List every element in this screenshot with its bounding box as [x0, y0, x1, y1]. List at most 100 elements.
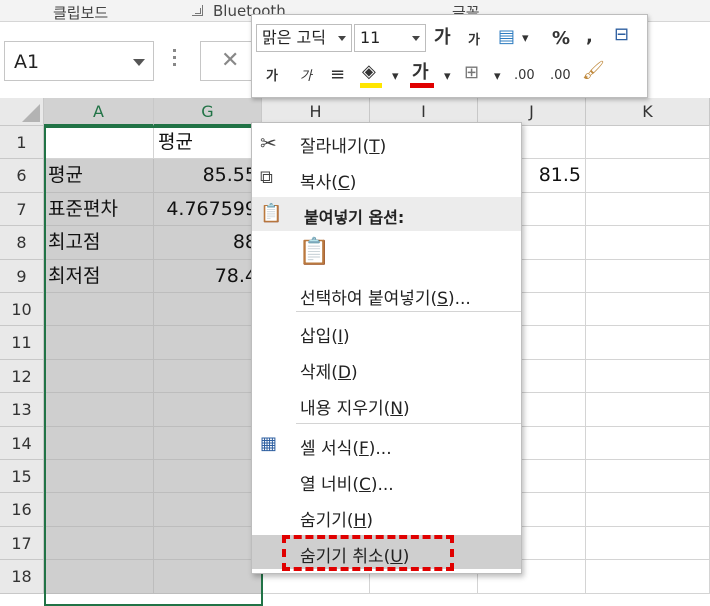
row-header-13[interactable]: 13 — [0, 393, 44, 427]
chevron-down-icon[interactable]: ▾ — [522, 27, 529, 51]
increase-font-size-button[interactable]: 가 — [434, 26, 451, 50]
comma-style-button[interactable]: , — [586, 25, 593, 49]
menu-item-insert[interactable]: 삽입(I) — [252, 315, 521, 349]
drag-handle-icon[interactable] — [173, 49, 177, 71]
row-header-12[interactable]: 12 — [0, 359, 44, 394]
row-header-18[interactable]: 18 — [0, 560, 44, 594]
cell-g7[interactable]: 4.767599 — [154, 192, 262, 227]
cell-k13[interactable] — [586, 393, 710, 427]
select-all-button[interactable] — [0, 98, 44, 126]
font-name-dropdown[interactable]: 맑은 고딕 — [256, 24, 352, 52]
cell-g14[interactable] — [154, 426, 262, 460]
increase-decimal-button[interactable]: .00 — [514, 64, 535, 88]
menu-item-unhide[interactable]: 숨기기 취소(U) — [252, 535, 521, 569]
cell-k9[interactable] — [586, 259, 710, 293]
cell-a12[interactable] — [44, 359, 154, 394]
cell-a16[interactable] — [44, 493, 154, 527]
row-header-1[interactable]: 1 — [0, 126, 44, 160]
accounting-format-icon[interactable]: ▤ — [498, 25, 515, 49]
cell-g9[interactable]: 78.4 — [154, 259, 262, 293]
fill-color-icon[interactable]: ◈ — [362, 60, 376, 84]
menu-item-clear-contents[interactable]: 내용 지우기(N) — [252, 387, 521, 421]
cell-k18[interactable] — [586, 560, 710, 594]
cell-g11[interactable] — [154, 326, 262, 360]
borders-icon[interactable]: ⊞ — [464, 61, 479, 85]
menu-item-delete[interactable]: 삭제(D) — [252, 351, 521, 385]
font-color-button[interactable]: 가 — [412, 61, 429, 85]
cell-g17[interactable] — [154, 526, 262, 561]
cell-a18[interactable] — [44, 560, 154, 594]
cell-k7[interactable] — [586, 192, 710, 227]
chevron-down-icon[interactable]: ▾ — [494, 65, 501, 89]
cell-k10[interactable] — [586, 293, 710, 327]
chevron-down-icon[interactable]: ▾ — [444, 65, 451, 89]
cell-a6[interactable]: 평균 — [44, 159, 154, 193]
chevron-down-icon[interactable] — [412, 36, 420, 41]
cell-a15[interactable] — [44, 460, 154, 494]
cell-g16[interactable] — [154, 493, 262, 527]
cell-g8[interactable]: 88 — [154, 226, 262, 260]
column-header-g[interactable]: G — [154, 98, 262, 126]
paste-option-button[interactable]: 📋 — [252, 235, 521, 277]
column-header-a[interactable]: A — [44, 98, 154, 126]
chevron-down-icon[interactable]: ▾ — [392, 65, 399, 89]
row-header-14[interactable]: 14 — [0, 426, 44, 460]
row-header-11[interactable]: 11 — [0, 326, 44, 360]
cell-k14[interactable] — [586, 426, 710, 460]
italic-button[interactable]: 가 — [300, 65, 312, 89]
row-header-16[interactable]: 16 — [0, 493, 44, 527]
menu-item-cut[interactable]: ✂ 잘라내기(T) — [252, 125, 521, 159]
decrease-font-size-button[interactable]: 가 — [468, 29, 480, 53]
cell-k16[interactable] — [586, 493, 710, 527]
cell-a9[interactable]: 최저점 — [44, 259, 154, 293]
chevron-down-icon[interactable] — [338, 36, 346, 41]
cell-k11[interactable] — [586, 326, 710, 360]
cell-a8[interactable]: 최고점 — [44, 226, 154, 260]
cell-a11[interactable] — [44, 326, 154, 360]
cell-a10[interactable] — [44, 293, 154, 327]
menu-item-hide[interactable]: 숨기기(H) — [252, 499, 521, 533]
cell-a13[interactable] — [44, 393, 154, 427]
align-center-icon[interactable]: ≡ — [330, 63, 345, 87]
name-box[interactable]: A1 — [4, 41, 154, 81]
cell-g15[interactable] — [154, 460, 262, 494]
cell-g13[interactable] — [154, 393, 262, 427]
cell-g12[interactable] — [154, 359, 262, 394]
cell-k8[interactable] — [586, 226, 710, 260]
row-header-9[interactable]: 9 — [0, 259, 44, 293]
cell-k12[interactable] — [586, 359, 710, 394]
cell-a17[interactable] — [44, 526, 154, 561]
row-header-17[interactable]: 17 — [0, 526, 44, 561]
menu-item-column-width[interactable]: 열 너비(C)... — [252, 463, 521, 497]
cell-a1[interactable] — [44, 126, 154, 160]
cell-g6[interactable]: 85.55 — [154, 159, 262, 193]
menu-item-format-cells[interactable]: ▦ 셀 서식(F)... — [252, 427, 521, 461]
cell-a7[interactable]: 표준편차 — [44, 192, 154, 227]
merge-center-icon[interactable]: ⊟ — [614, 23, 629, 47]
cell-k6[interactable] — [586, 159, 710, 193]
cancel-icon[interactable]: ✕ — [221, 48, 239, 73]
format-painter-icon[interactable]: 🖌 — [582, 59, 605, 83]
cell-g18[interactable] — [154, 560, 262, 594]
row-header-10[interactable]: 10 — [0, 293, 44, 327]
cell-a14[interactable] — [44, 426, 154, 460]
row-header-7[interactable]: 7 — [0, 192, 44, 227]
context-menu: ✂ 잘라내기(T) ⧉ 복사(C) 📋 붙여넣기 옵션: 📋 선택하여 붙여넣기… — [251, 122, 522, 574]
column-header-k[interactable]: K — [586, 98, 710, 126]
font-size-dropdown[interactable]: 11 — [354, 24, 426, 52]
row-header-6[interactable]: 6 — [0, 159, 44, 193]
cell-g1[interactable]: 평균 — [154, 126, 262, 160]
row-header-15[interactable]: 15 — [0, 460, 44, 494]
bold-button[interactable]: 가 — [266, 65, 278, 89]
cell-k1[interactable] — [586, 126, 710, 160]
row-header-8[interactable]: 8 — [0, 226, 44, 260]
menu-item-paste-special[interactable]: 선택하여 붙여넣기(S)... — [252, 277, 521, 311]
cell-g10[interactable] — [154, 293, 262, 327]
menu-item-copy[interactable]: ⧉ 복사(C) — [252, 161, 521, 195]
cell-k17[interactable] — [586, 526, 710, 561]
percent-style-button[interactable]: % — [552, 27, 570, 51]
decrease-decimal-button[interactable]: .00 — [550, 64, 571, 88]
chevron-down-icon[interactable] — [133, 59, 145, 66]
clipboard-launcher-icon[interactable] — [192, 5, 203, 16]
cell-k15[interactable] — [586, 460, 710, 494]
